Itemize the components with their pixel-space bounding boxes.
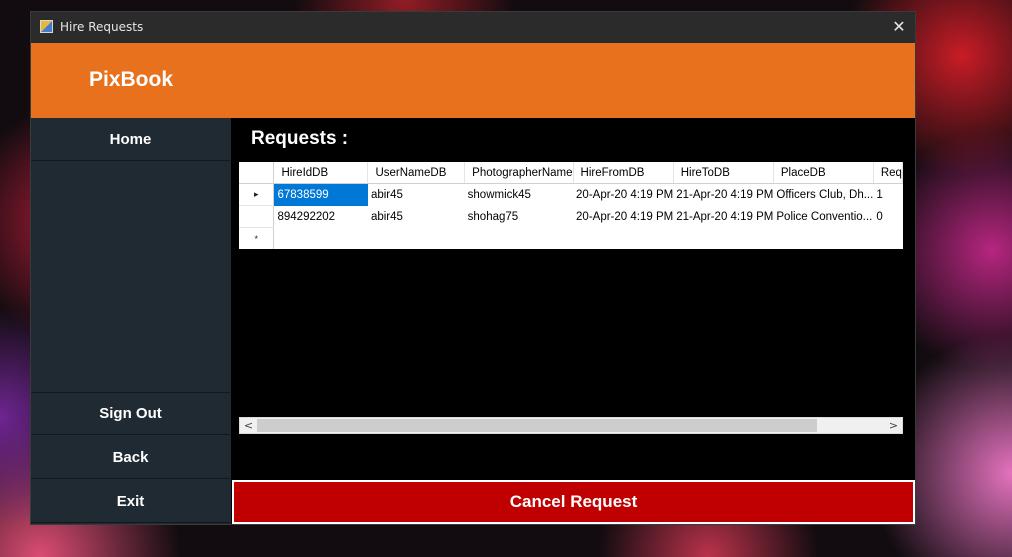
column-header[interactable]: PlaceDB	[773, 162, 874, 184]
table-cell[interactable]: 21-Apr-20 4:19 PM	[673, 206, 773, 228]
table-cell[interactable]: 20-Apr-20 4:19 PM	[573, 184, 673, 206]
table-row[interactable]: ▸ 67838599 abir45 showmick45 20-Apr-20 4…	[239, 183, 903, 206]
table-cell[interactable]: 20-Apr-20 4:19 PM	[573, 206, 673, 228]
header-bar: PixBook	[31, 43, 915, 118]
table-cell[interactable]: showmick45	[465, 184, 573, 206]
table-cell[interactable]: 894292202	[274, 206, 368, 228]
home-button[interactable]: Home	[31, 118, 230, 161]
horizontal-scrollbar[interactable]: < >	[239, 417, 903, 434]
table-cell[interactable]: 0	[873, 206, 902, 228]
requests-data-grid[interactable]: HireIdDB UserNameDB PhotographerName Hir…	[239, 162, 903, 249]
table-cell[interactable]: 1	[873, 184, 902, 206]
column-header[interactable]: PhotographerName	[464, 162, 574, 184]
back-button[interactable]: Back	[31, 436, 230, 479]
app-icon	[40, 20, 53, 33]
cancel-request-button[interactable]: Cancel Request	[232, 480, 915, 524]
table-cell[interactable]: Officers Club, Dh...	[773, 184, 873, 206]
column-header[interactable]: HireFromDB	[573, 162, 674, 184]
window-title: Hire Requests	[60, 20, 144, 34]
current-row-indicator-icon[interactable]: ▸	[239, 183, 275, 206]
table-cell[interactable]: Police Conventio...	[773, 206, 873, 228]
title-bar: Hire Requests ✕	[31, 12, 915, 43]
scroll-right-icon[interactable]: >	[885, 418, 902, 433]
table-row[interactable]: 894292202 abir45 shohag75 20-Apr-20 4:19…	[239, 205, 903, 228]
table-cell[interactable]: shohag75	[465, 206, 573, 228]
grid-header-row: HireIdDB UserNameDB PhotographerName Hir…	[239, 162, 903, 184]
hire-requests-window: Hire Requests ✕ PixBook Home Sign Out Ba…	[31, 12, 915, 524]
exit-button[interactable]: Exit	[31, 480, 230, 523]
main-panel: Requests : HireIdDB UserNameDB Photograp…	[231, 118, 915, 524]
sidebar: Home Sign Out Back Exit	[31, 118, 231, 524]
scrollbar-thumb[interactable]	[257, 419, 817, 432]
sign-out-button[interactable]: Sign Out	[31, 392, 230, 435]
table-cell[interactable]: abir45	[368, 206, 465, 228]
grid-empty-area	[239, 249, 903, 417]
scroll-left-icon[interactable]: <	[240, 418, 257, 433]
table-cell[interactable]: 21-Apr-20 4:19 PM	[673, 184, 773, 206]
table-cell[interactable]: 67838599	[273, 183, 368, 206]
new-row-asterisk-icon[interactable]: *	[239, 227, 275, 249]
column-header[interactable]: UserNameDB	[367, 162, 466, 184]
row-header-corner	[239, 162, 275, 184]
row-header[interactable]	[239, 205, 275, 228]
column-header[interactable]: HireToDB	[673, 162, 774, 184]
new-row[interactable]: *	[239, 227, 903, 250]
new-row-blank[interactable]	[274, 228, 903, 250]
brand-logo-text: PixBook	[89, 68, 174, 91]
page-title: Requests :	[251, 128, 349, 149]
column-header[interactable]: Req	[873, 162, 903, 184]
column-header[interactable]: HireIdDB	[273, 162, 369, 184]
close-icon[interactable]: ✕	[883, 12, 915, 43]
table-cell[interactable]: abir45	[368, 184, 465, 206]
